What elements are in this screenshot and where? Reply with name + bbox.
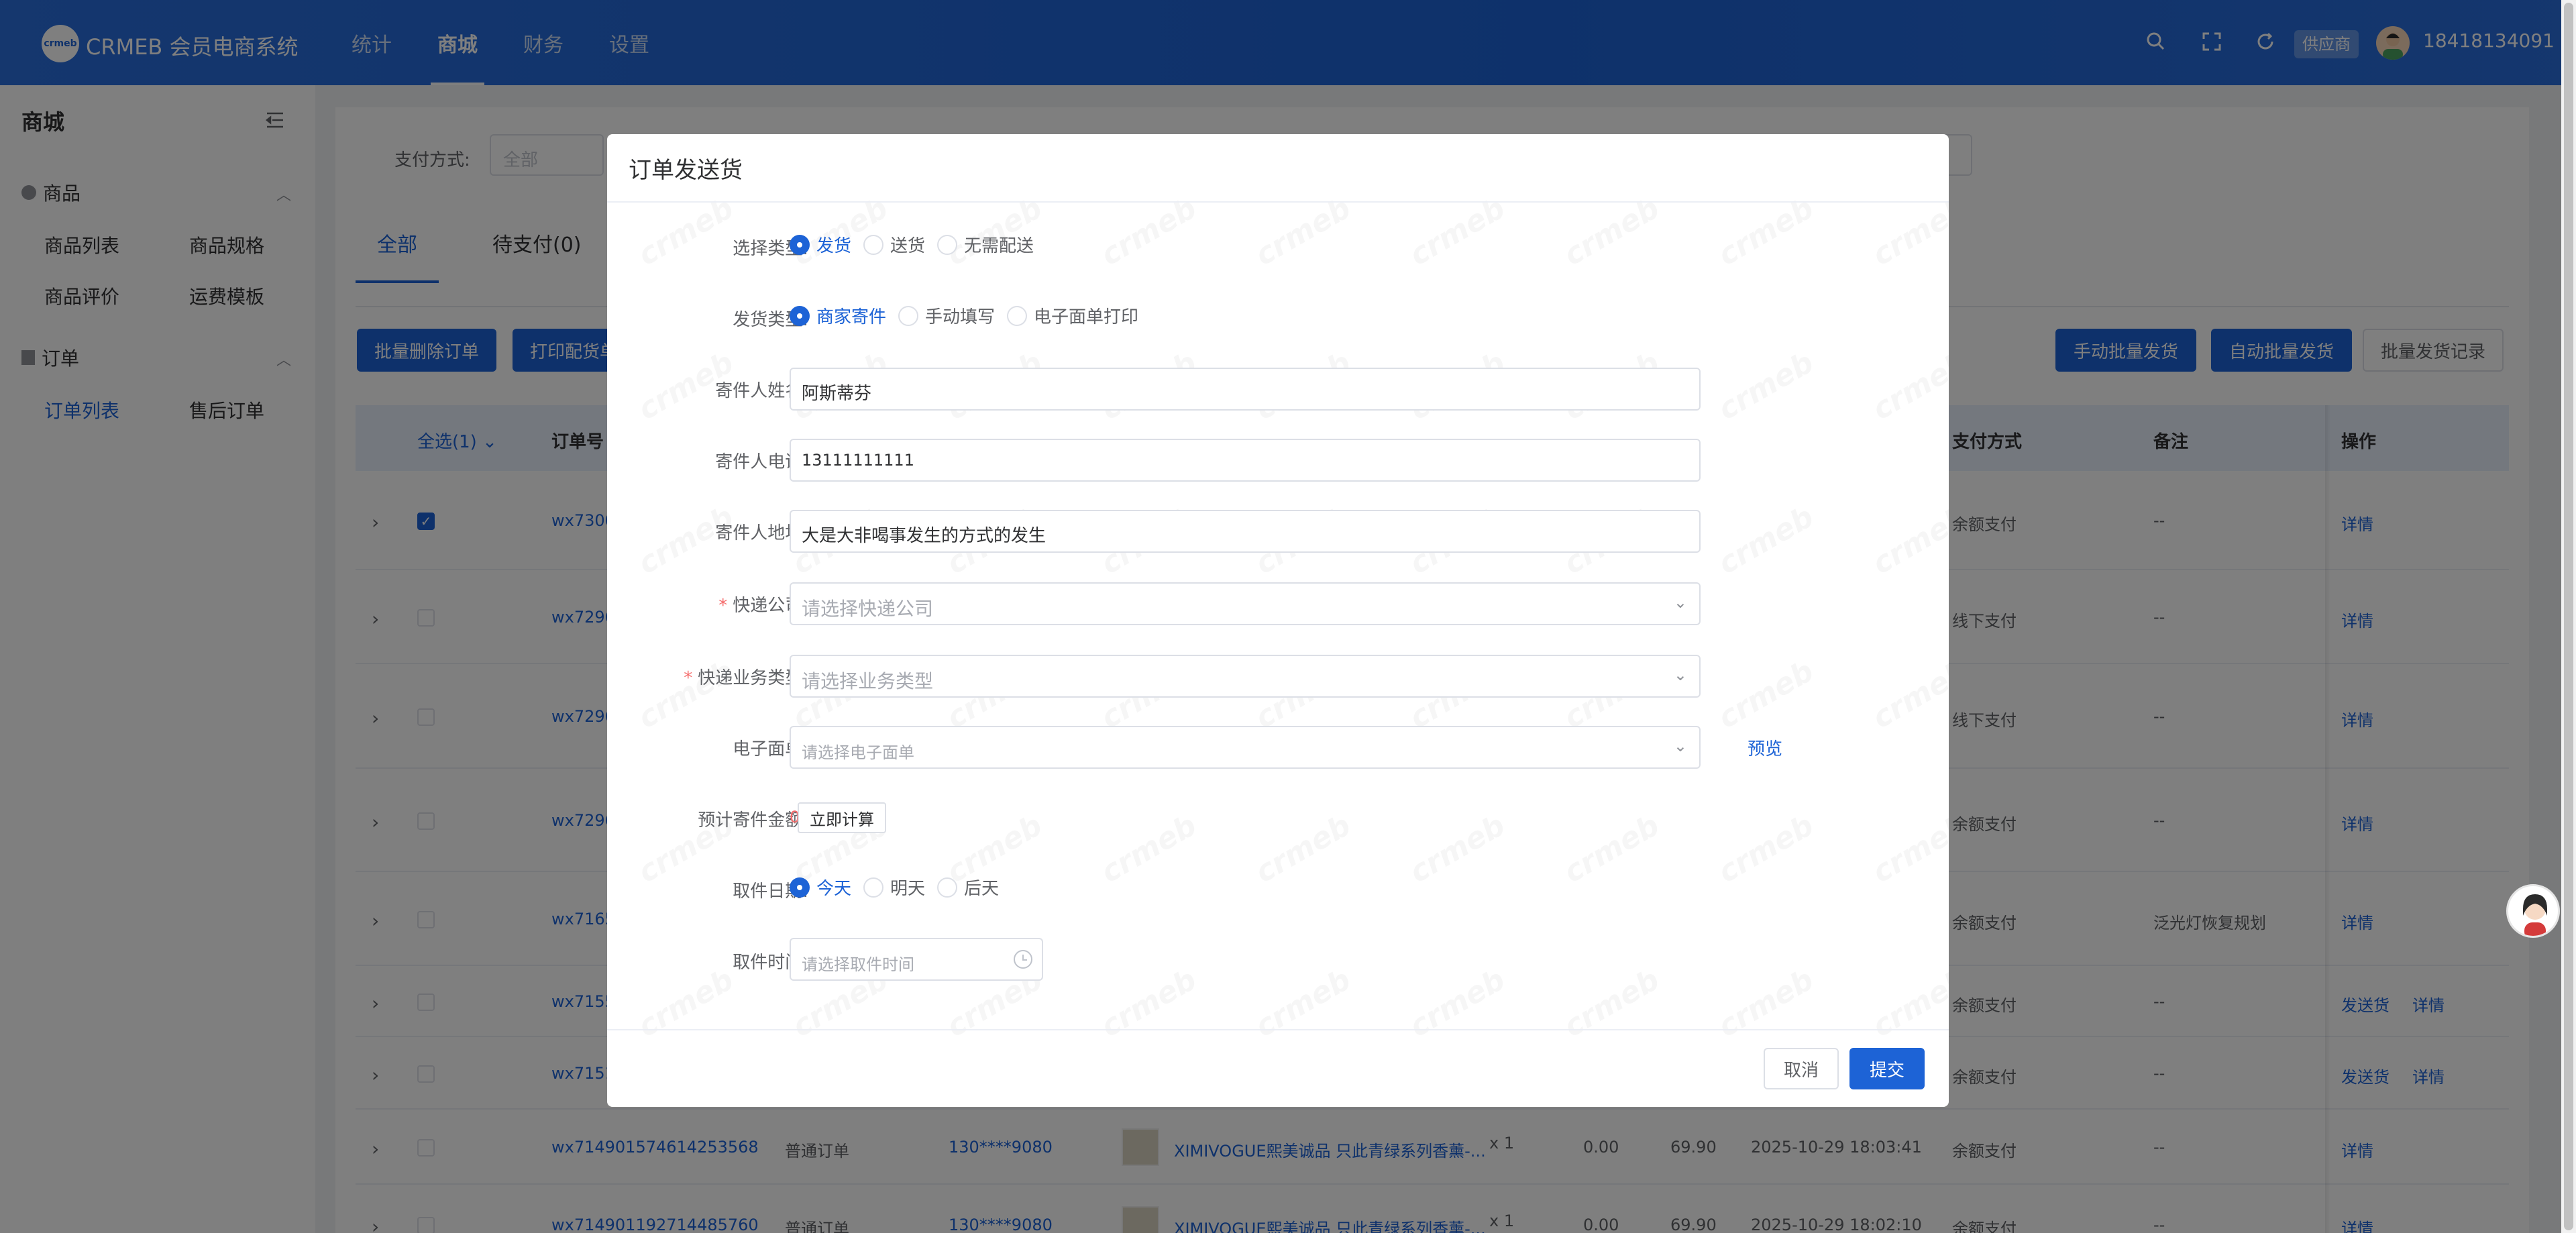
dialog-header: 订单发送货 <box>607 134 1949 203</box>
dialog-title: 订单发送货 <box>629 157 743 184</box>
radio-dot <box>863 234 884 255</box>
pickup-date-radio-group: 今天 明天 后天 <box>790 875 1011 900</box>
radio-label: 商家寄件 <box>816 307 887 327</box>
radio-label: 后天 <box>964 879 1000 899</box>
radio-dot <box>863 877 884 898</box>
watermark-text: crmeb <box>1713 345 1820 427</box>
sender-address-input[interactable]: 大是大非喝事发生的方式的发生 <box>790 510 1701 553</box>
radio-ship[interactable]: 发货 <box>790 232 851 257</box>
radio-dot <box>790 877 810 898</box>
radio-dot <box>790 234 810 255</box>
sender-name-label: 寄件人姓名: <box>715 381 808 401</box>
watermark-text: crmeb <box>1867 191 1949 273</box>
watermark-text: crmeb <box>1713 654 1820 736</box>
watermark-text: crmeb <box>1867 345 1949 427</box>
preview-link[interactable]: 预览 <box>1748 735 1782 760</box>
pickup-time-placeholder: 请选择取件时间 <box>802 955 914 974</box>
radio-e-waybill-print[interactable]: 电子面单打印 <box>1007 303 1138 328</box>
required-mark: * <box>718 596 728 616</box>
e-waybill-label: 电子面单: <box>733 739 808 759</box>
radio-label: 送货 <box>890 236 926 256</box>
watermark-text: crmeb <box>633 191 740 273</box>
ship-type-label: 发货类型: <box>733 310 808 330</box>
radio-dot <box>898 305 919 326</box>
radio-dot <box>1007 305 1028 326</box>
e-waybill-select[interactable]: 请选择电子面单 ⌄ <box>790 726 1701 769</box>
radio-no-delivery[interactable]: 无需配送 <box>937 232 1034 257</box>
sender-phone-input[interactable]: 13111111111 <box>790 439 1701 482</box>
courier-select[interactable]: 请选择快递公司 ⌄ <box>790 582 1701 625</box>
clock-icon <box>1014 950 1032 969</box>
radio-manual-fill[interactable]: 手动填写 <box>898 303 995 328</box>
radio-label: 手动填写 <box>925 307 996 327</box>
cancel-button[interactable]: 取消 <box>1764 1048 1839 1089</box>
courier-label: * 快递公司: <box>607 592 808 616</box>
required-mark: * <box>684 668 693 688</box>
select-type-radio-group: 发货 送货 无需配送 <box>790 232 1046 257</box>
watermark-text: crmeb <box>1558 191 1666 273</box>
submit-button[interactable]: 提交 <box>1849 1048 1925 1089</box>
pickup-time-label: 取件时间: <box>733 953 808 973</box>
watermark-text: crmeb <box>1558 808 1666 890</box>
ship-type-radio-group: 商家寄件 手动填写 电子面单打印 <box>790 303 1150 328</box>
chevron-down-icon: ⌄ <box>1673 737 1687 755</box>
watermark-text: crmeb <box>1095 808 1203 890</box>
radio-label: 发货 <box>816 236 852 256</box>
select-type-label: 选择类型: <box>733 239 808 259</box>
watermark-text: crmeb <box>1867 808 1949 890</box>
radio-merchant-send[interactable]: 商家寄件 <box>790 303 886 328</box>
radio-dot <box>937 234 958 255</box>
watermark-text: crmeb <box>1404 191 1511 273</box>
watermark-text: crmeb <box>1713 500 1820 582</box>
sender-phone-label: 寄件人电话: <box>715 452 808 472</box>
radio-label: 今天 <box>816 879 852 899</box>
pickup-time-input[interactable]: 请选择取件时间 <box>790 938 1043 981</box>
pickup-date-label: 取件日期: <box>733 881 808 902</box>
watermark-text: crmeb <box>1713 191 1820 273</box>
radio-today[interactable]: 今天 <box>790 875 851 900</box>
calculate-button[interactable]: 立即计算 <box>798 802 886 833</box>
estimate-label: 预计寄件金额: <box>698 810 808 830</box>
chevron-down-icon: ⌄ <box>1673 665 1687 684</box>
sender-address-label: 寄件人地址: <box>715 523 808 543</box>
dialog-footer <box>607 1029 1949 1107</box>
service-type-placeholder: 请选择业务类型 <box>802 670 934 692</box>
radio-deliver[interactable]: 送货 <box>863 232 925 257</box>
radio-label: 明天 <box>890 879 926 899</box>
radio-tomorrow[interactable]: 明天 <box>863 875 925 900</box>
watermark-text: crmeb <box>1713 808 1820 890</box>
watermark-text: crmeb <box>1404 808 1511 890</box>
sender-name-input[interactable]: 阿斯蒂芬 <box>790 368 1701 411</box>
watermark-text: crmeb <box>1867 654 1949 736</box>
radio-label: 无需配送 <box>964 236 1034 256</box>
service-type-select[interactable]: 请选择业务类型 ⌄ <box>790 655 1701 698</box>
e-waybill-placeholder: 请选择电子面单 <box>802 743 914 762</box>
watermark-text: crmeb <box>1250 191 1357 273</box>
ship-order-dialog: crmeb crmeb crmeb crmeb crmeb crmeb crmeb crmeb… <box>607 134 1949 1107</box>
watermark-text: crmeb <box>1095 191 1203 273</box>
watermark-text: crmeb <box>1867 500 1949 582</box>
radio-dot <box>790 305 810 326</box>
radio-dot <box>937 877 958 898</box>
radio-label: 电子面单打印 <box>1034 307 1139 327</box>
chevron-down-icon: ⌄ <box>1673 593 1687 612</box>
assistant-avatar[interactable] <box>2506 884 2560 938</box>
radio-day-after[interactable]: 后天 <box>937 875 999 900</box>
watermark-text: crmeb <box>1250 808 1357 890</box>
service-type-label: * 快递业务类型: <box>607 664 808 689</box>
page-scrollbar[interactable] <box>2564 3 2573 1230</box>
courier-placeholder: 请选择快递公司 <box>802 598 934 620</box>
